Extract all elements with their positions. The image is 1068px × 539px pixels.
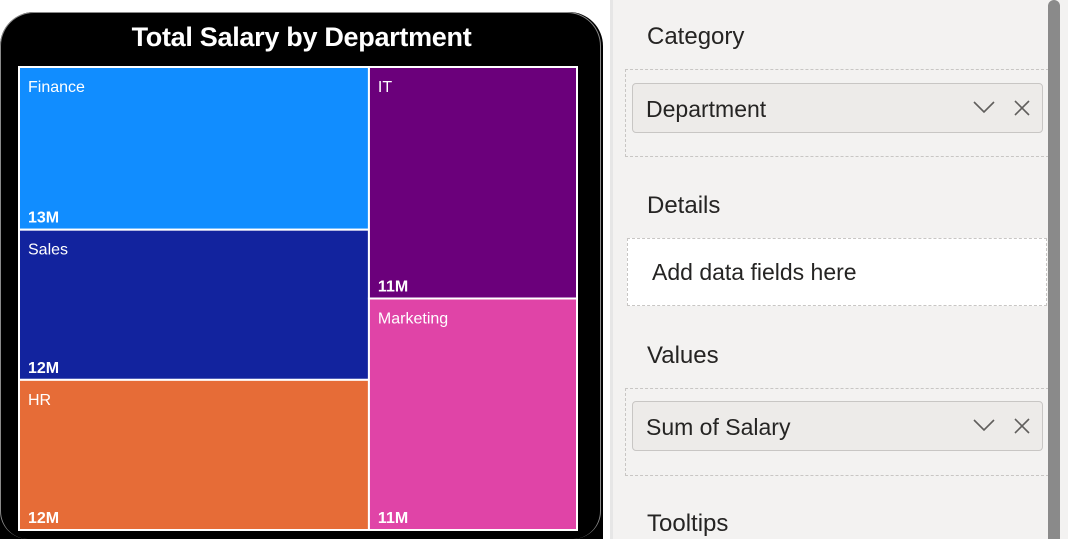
tile-value-hr: 12M [28, 510, 59, 527]
details-drop-zone[interactable]: Add data fields here [627, 238, 1047, 306]
tile-marketing[interactable] [367, 297, 578, 531]
tile-value-sales: 12M [28, 360, 59, 377]
chevron-down-icon[interactable] [972, 416, 996, 434]
tile-it[interactable] [367, 66, 578, 300]
tile-label-marketing: Marketing [378, 311, 448, 328]
tile-label-sales: Sales [28, 242, 68, 259]
tile-label-hr: HR [28, 392, 51, 409]
tile-sales[interactable] [18, 228, 370, 381]
details-placeholder: Add data fields here [652, 259, 857, 285]
category-field-pill[interactable]: Department [632, 83, 1043, 133]
tooltips-section-label: Tooltips [647, 510, 729, 537]
tile-value-it: 11M [378, 279, 408, 296]
tile-label-it: IT [378, 79, 392, 96]
tile-value-marketing: 11M [378, 510, 408, 527]
category-section-label: Category [647, 23, 745, 50]
details-section-label: Details [647, 192, 721, 219]
close-icon[interactable] [1012, 98, 1032, 118]
treemap-chart[interactable]: Finance 13M Sales 12M HR 12M IT 11M Marketing 11M [0, 0, 610, 539]
tile-hr[interactable] [18, 378, 370, 531]
chevron-down-icon[interactable] [972, 98, 996, 116]
category-field-name: Department [646, 96, 767, 122]
pane-scrollbar[interactable] [1048, 0, 1060, 539]
tile-label-finance: Finance [28, 79, 85, 96]
values-field-name: Sum of Salary [646, 414, 791, 440]
tile-value-finance: 13M [28, 210, 59, 227]
close-icon[interactable] [1012, 416, 1032, 436]
values-section-label: Values [647, 342, 719, 369]
values-field-pill[interactable]: Sum of Salary [632, 401, 1043, 451]
